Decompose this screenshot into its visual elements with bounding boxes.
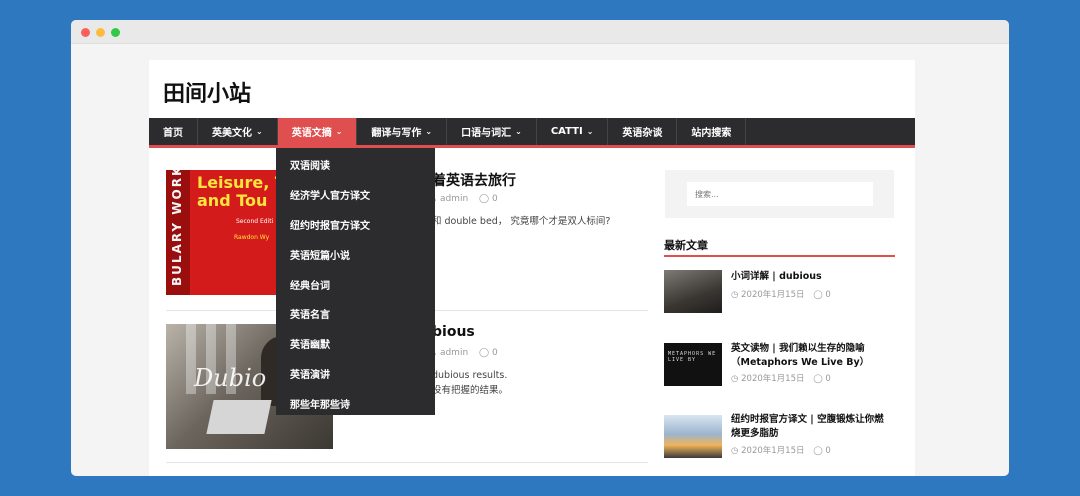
- dropdown-item[interactable]: 经典台词: [276, 269, 435, 299]
- nav-label: 首页: [163, 128, 183, 139]
- dropdown-item[interactable]: 英语演讲: [276, 359, 435, 389]
- dropdown-item[interactable]: 英语名言: [276, 299, 435, 329]
- dropdown-item[interactable]: 那些年那些诗: [276, 388, 435, 418]
- nav-item-home[interactable]: 首页: [149, 118, 198, 145]
- book-title-line: and Tou: [197, 191, 268, 210]
- nav-label: 英美文化: [212, 128, 252, 139]
- recent-posts-title: 最新文章: [664, 239, 708, 252]
- recent-post-meta: ◷ 2020年1月15日 ◯ 0: [731, 444, 831, 456]
- book-title-line: Leisure, T: [197, 173, 286, 192]
- recent-post-thumbnail[interactable]: [664, 270, 722, 313]
- recent-post-thumbnail[interactable]: [664, 415, 722, 458]
- nav-label: 翻译与写作: [371, 128, 422, 139]
- nav-label: 口语与词汇: [461, 128, 512, 139]
- dropdown-item[interactable]: 双语阅读: [276, 150, 435, 180]
- book-cover-title: Leisure, T and Tou: [197, 174, 286, 210]
- chevron-down-icon: ⌄: [586, 127, 594, 136]
- maximize-window-button[interactable]: [111, 28, 120, 37]
- recent-post-date: 2020年1月15日: [741, 290, 805, 300]
- clock-icon: ◷: [731, 446, 739, 456]
- recent-post-comments[interactable]: 0: [825, 290, 830, 300]
- nav-item-misc[interactable]: 英语杂谈: [608, 118, 678, 145]
- recent-post-title[interactable]: 纽约时报官方译文 | 空腹锻炼让你燃 烧更多脂肪: [731, 413, 884, 441]
- recent-post-thumbnail[interactable]: METAPHORS WE LIVE BY: [664, 343, 722, 386]
- post-excerpt: dubious results. 没有把握的结果。: [432, 368, 508, 398]
- dropdown-item[interactable]: 英语短篇小说: [276, 239, 435, 269]
- nav-item-digest[interactable]: 英语文摘 ⌄: [277, 118, 358, 145]
- book-edition: Second Editi: [236, 218, 274, 225]
- recent-post-date: 2020年1月15日: [741, 446, 805, 456]
- comment-icon: ◯: [813, 374, 823, 384]
- post-excerpt-line: 没有把握的结果。: [432, 385, 509, 396]
- nav-item-translation[interactable]: 翻译与写作 ⌄: [357, 118, 448, 145]
- recent-post-title-line: 英文读物 | 我们赖以生存的隐喻: [731, 343, 865, 354]
- book-author: Rawdon Wy: [234, 234, 270, 241]
- post-excerpt: 和 double bed， 究竟哪个才是双人标间?: [432, 216, 611, 227]
- recent-post-title-line: （Metaphors We Live By）: [731, 357, 870, 368]
- recent-post-title[interactable]: 小词详解 | dubious: [731, 270, 822, 284]
- main-nav: 首页 英美文化 ⌄ 英语文摘 ⌄ 翻译与写作 ⌄ 口语与词汇 ⌄ CATTI ⌄ 英语杂谈…: [149, 118, 915, 148]
- dropdown-item[interactable]: 纽约时报官方译文: [276, 210, 435, 240]
- post-title[interactable]: 着英语去旅行: [432, 170, 516, 190]
- dropdown-item[interactable]: 英语幽默: [276, 329, 435, 359]
- thumbnail-text: METAPHORS WE LIVE BY: [668, 351, 717, 363]
- recent-post-comments[interactable]: 0: [825, 446, 830, 456]
- nav-label: 站内搜索: [691, 128, 732, 139]
- browser-window: 田间小站 首页 英美文化 ⌄ 英语文摘 ⌄ 翻译与写作 ⌄ 口语与词汇 ⌄ CATTI ⌄…: [71, 20, 1009, 476]
- nav-item-catti[interactable]: CATTI ⌄: [537, 118, 609, 145]
- chevron-down-icon: ⌄: [256, 127, 263, 136]
- nav-label: 英语文摘: [291, 128, 332, 139]
- widget-title-underline: [664, 255, 895, 257]
- recent-post-title-line: 烧更多脂肪: [731, 428, 779, 439]
- minimize-window-button[interactable]: [96, 28, 105, 37]
- post-comment-count[interactable]: 0: [492, 348, 498, 358]
- dropdown-item[interactable]: 经济学人官方译文: [276, 180, 435, 210]
- clock-icon: ◷: [731, 290, 739, 300]
- book-spine: BULARY WORK: [166, 170, 190, 295]
- recent-post-title[interactable]: 英文读物 | 我们赖以生存的隐喻 （Metaphors We Live By）: [731, 342, 869, 370]
- web-page: 田间小站 首页 英美文化 ⌄ 英语文摘 ⌄ 翻译与写作 ⌄ 口语与词汇 ⌄ CATTI ⌄…: [149, 60, 915, 476]
- book-spine-text: BULARY WORK: [170, 170, 184, 286]
- close-window-button[interactable]: [81, 28, 90, 37]
- post-title[interactable]: bious: [432, 324, 475, 340]
- comment-icon: ◯: [813, 446, 823, 456]
- chevron-down-icon: ⌄: [515, 127, 522, 136]
- digest-dropdown-menu: 双语阅读 经济学人官方译文 纽约时报官方译文 英语短篇小说 经典台词 英语名言 …: [276, 148, 435, 415]
- recent-post-date: 2020年1月15日: [741, 374, 805, 384]
- comment-icon: ◯: [479, 194, 490, 204]
- chevron-down-icon: ⌄: [335, 127, 343, 136]
- thumbnail-script-text: Dubio: [194, 364, 267, 392]
- post-author[interactable]: admin: [440, 348, 468, 358]
- window-titlebar: [71, 20, 1009, 44]
- recent-post-comments[interactable]: 0: [825, 374, 830, 384]
- nav-label: 英语杂谈: [622, 128, 663, 139]
- post-meta: ♙ admin ◯ 0: [429, 194, 498, 204]
- site-title[interactable]: 田间小站: [163, 76, 251, 108]
- nav-item-culture[interactable]: 英美文化 ⌄: [198, 118, 278, 145]
- chevron-down-icon: ⌄: [425, 127, 433, 136]
- nav-item-search[interactable]: 站内搜索: [677, 118, 747, 145]
- nav-label: CATTI: [550, 126, 583, 137]
- search-input[interactable]: [687, 182, 873, 206]
- clock-icon: ◷: [731, 374, 739, 384]
- comment-icon: ◯: [813, 290, 823, 300]
- post-author[interactable]: admin: [440, 194, 468, 204]
- post-comment-count[interactable]: 0: [492, 194, 498, 204]
- post-divider: [166, 462, 648, 463]
- photo-laptop: [206, 400, 272, 434]
- post-excerpt-line: dubious results.: [432, 370, 508, 381]
- comment-icon: ◯: [479, 348, 490, 358]
- recent-post-meta: ◷ 2020年1月15日 ◯ 0: [731, 288, 831, 300]
- nav-item-oral[interactable]: 口语与词汇 ⌄: [447, 118, 537, 145]
- recent-post-meta: ◷ 2020年1月15日 ◯ 0: [731, 372, 831, 384]
- post-meta: ♙ admin ◯ 0: [429, 348, 498, 358]
- recent-post-title-line: 纽约时报官方译文 | 空腹锻炼让你燃: [731, 414, 884, 425]
